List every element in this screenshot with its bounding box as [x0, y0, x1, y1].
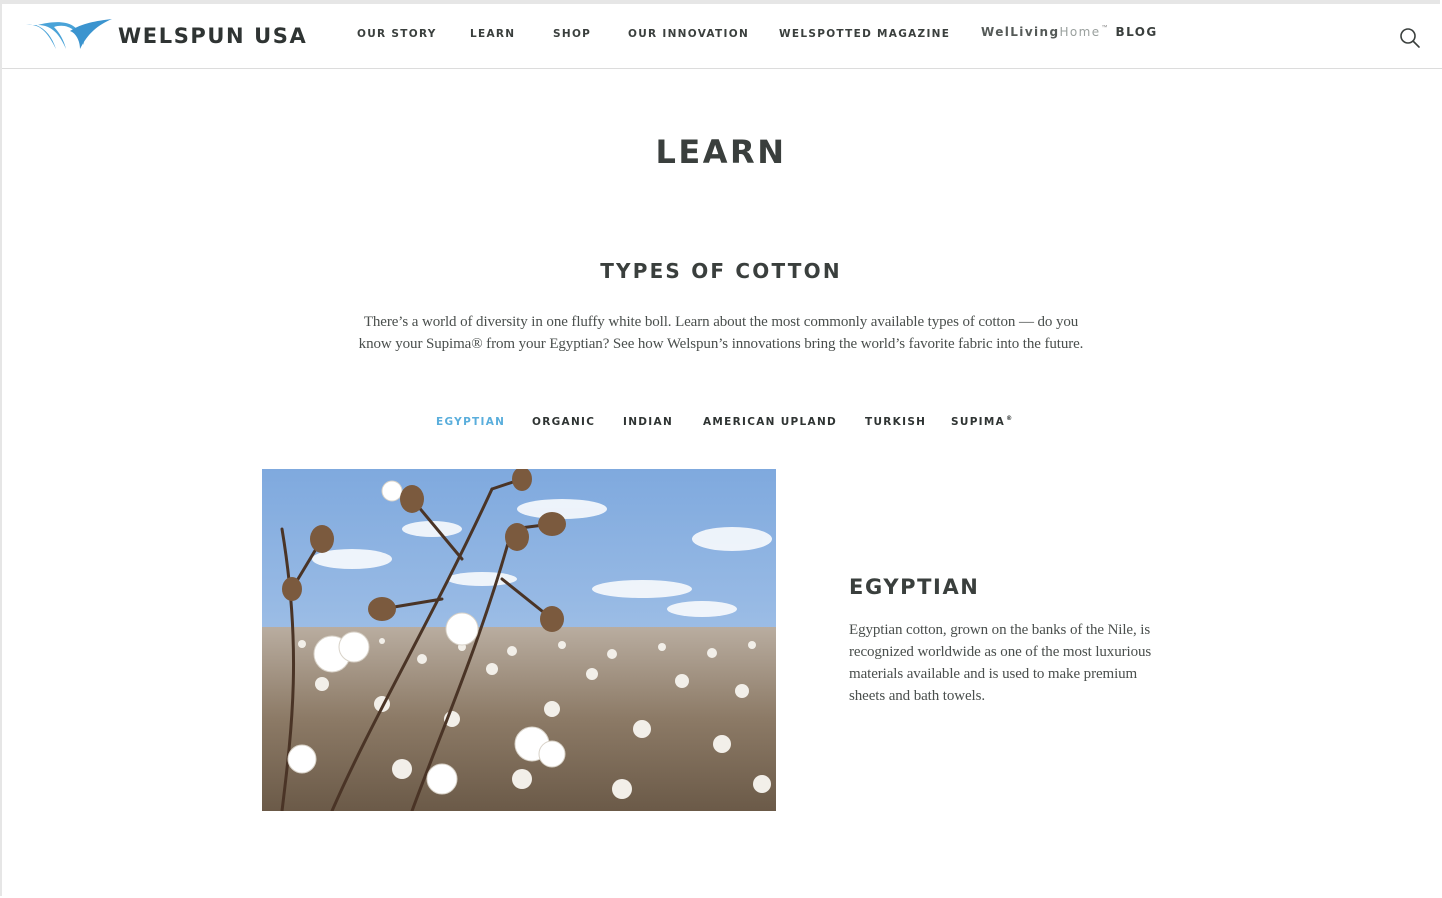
search-button[interactable]: [1398, 26, 1422, 50]
blog-brand-wel: WelLiving: [981, 25, 1060, 39]
nav-item-shop[interactable]: SHOP: [553, 28, 591, 40]
tab-turkish[interactable]: TURKISH: [865, 416, 926, 428]
cotton-field-illustration: [262, 469, 776, 811]
tab-organic[interactable]: ORGANIC: [532, 416, 595, 428]
section-intro: There’s a world of diversity in one fluf…: [358, 314, 1084, 352]
brand-logo[interactable]: WELSPUN USA: [26, 18, 307, 54]
nav-item-learn[interactable]: LEARN: [470, 28, 515, 40]
tab-supima-label: SUPIMA: [951, 416, 1006, 428]
search-icon: [1400, 28, 1420, 48]
nav-item-welspotted-magazine[interactable]: WELSPOTTED MAGAZINE: [779, 28, 950, 40]
detail-title: EGYPTIAN: [849, 575, 980, 599]
tab-supima[interactable]: SUPIMA®: [951, 415, 1014, 428]
blog-brand-home: Home: [1059, 25, 1101, 39]
tab-supima-mark: ®: [1006, 415, 1014, 422]
tab-american-upland[interactable]: AMERICAN UPLAND: [703, 416, 837, 428]
blog-label: BLOG: [1115, 25, 1158, 39]
nav-item-our-innovation[interactable]: OUR INNOVATION: [628, 28, 749, 40]
tab-egyptian[interactable]: EGYPTIAN: [436, 416, 505, 428]
nav-item-blog[interactable]: WelLiving Home ™ BLOG: [981, 25, 1158, 39]
welspun-bird-icon: [26, 19, 112, 49]
nav-item-our-story[interactable]: OUR STORY: [357, 28, 437, 40]
site-header: WELSPUN USA OUR STORY LEARN SHOP OUR INN…: [2, 4, 1442, 69]
detail-description: Egyptian cotton, grown on the banks of t…: [849, 622, 1152, 704]
tab-indian[interactable]: INDIAN: [623, 416, 673, 428]
cotton-field-image: [262, 469, 776, 811]
blog-trademark: ™: [1101, 25, 1108, 31]
page-title: LEARN: [655, 133, 787, 171]
section-title: TYPES OF COTTON: [600, 259, 842, 283]
brand-name: WELSPUN USA: [118, 24, 308, 48]
